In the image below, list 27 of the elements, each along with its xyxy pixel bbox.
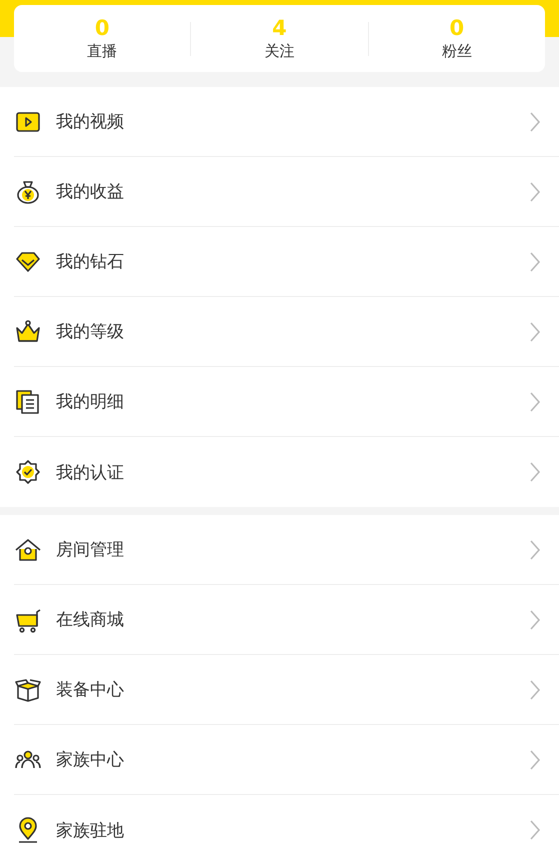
menu-item[interactable]: 房间管理	[14, 515, 559, 585]
stat-label[interactable]: 关注	[264, 42, 294, 61]
chevron-right-icon	[529, 678, 541, 700]
chevron-right-icon	[529, 250, 541, 272]
chevron-right-icon	[529, 390, 541, 412]
chevron-right-icon	[529, 819, 541, 841]
menu-item[interactable]: 我的钻石	[14, 227, 559, 297]
menu-item[interactable]: 我的明细	[14, 367, 559, 437]
chevron-right-icon	[529, 461, 541, 483]
chevron-right-icon	[529, 110, 541, 132]
menu-item[interactable]: 我的认证	[14, 437, 559, 507]
chevron-right-icon	[529, 180, 541, 202]
stat-label[interactable]: 粉丝	[442, 42, 472, 61]
menu-item[interactable]: 家族驻地	[14, 795, 559, 858]
menu-item[interactable]: 在线商城	[14, 585, 559, 655]
stat-label[interactable]: 直播	[87, 42, 118, 61]
chevron-right-icon	[529, 608, 541, 630]
chevron-right-icon	[529, 538, 541, 560]
menu-item[interactable]: 我的视频	[14, 87, 559, 157]
chevron-right-icon	[529, 748, 541, 770]
menu-item[interactable]: 家族中心	[14, 725, 559, 795]
menu-item[interactable]: 我的收益	[14, 157, 559, 227]
document-icon	[14, 388, 42, 416]
menu-item[interactable]: 我的等级	[14, 297, 559, 367]
menu-item[interactable]: 装备中心	[14, 655, 559, 725]
chevron-right-icon	[529, 320, 541, 342]
check-badge-icon	[14, 458, 42, 486]
